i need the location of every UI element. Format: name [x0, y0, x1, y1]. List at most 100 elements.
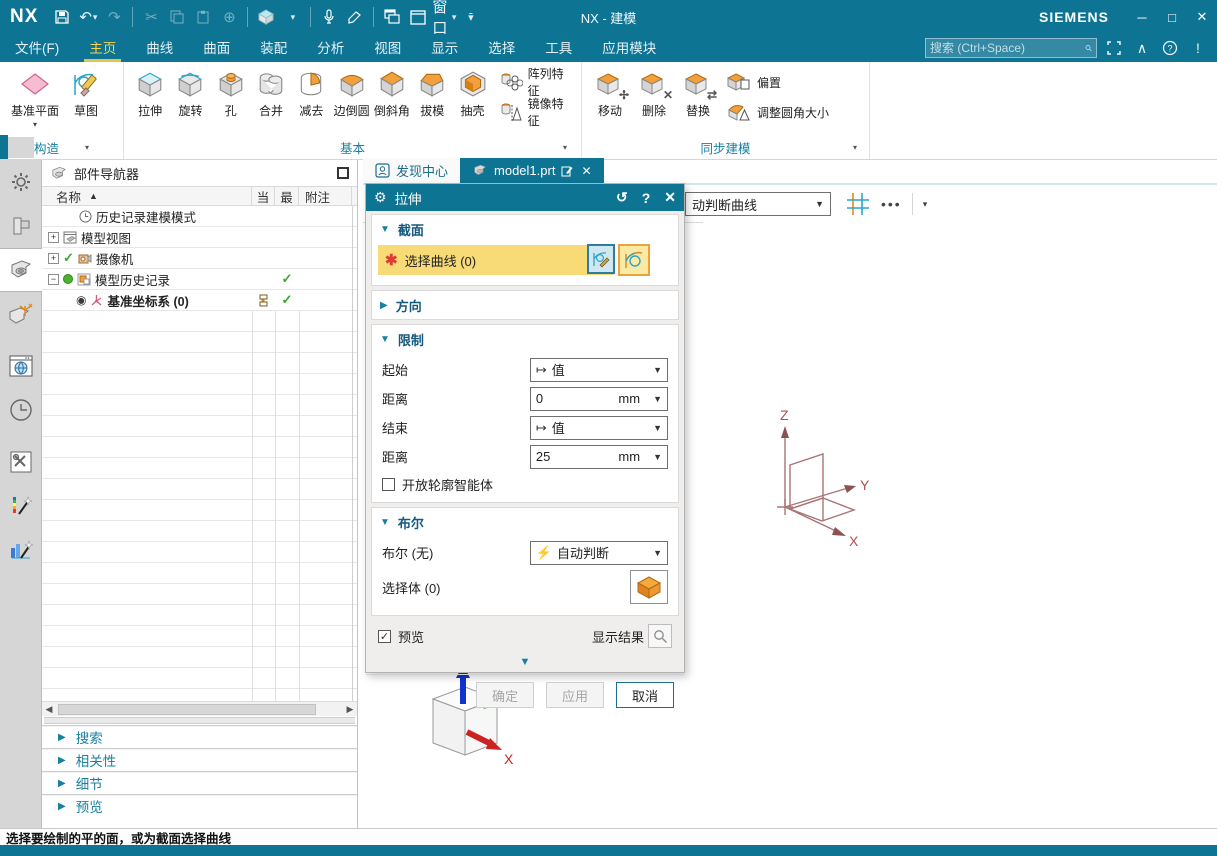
tree-row-model-history[interactable]: − 模型历史记录 ✓ [42, 269, 352, 290]
dialog-reset-icon[interactable]: ↺ [616, 189, 628, 206]
section-preview[interactable]: ▶预览 [42, 794, 357, 817]
navigator-hscrollbar[interactable]: ◀ ▶ [42, 701, 357, 716]
cut-icon[interactable]: ✂ [139, 5, 163, 29]
close-button[interactable]: ✕ [1187, 4, 1217, 30]
tab-application[interactable]: 应用模块 [587, 33, 671, 63]
visual-reports-icon[interactable] [0, 528, 42, 572]
constraint-navigator-icon[interactable] [0, 292, 42, 336]
assembly-navigator-icon[interactable] [0, 204, 42, 248]
tab-tools[interactable]: 工具 [530, 33, 587, 63]
group-section-header[interactable]: ▼ 截面 [372, 215, 678, 243]
sketch-section-button[interactable] [587, 244, 615, 274]
preview-checkbox[interactable]: ✓ [378, 630, 391, 643]
tree-row-model-views[interactable]: + 模型视图 [42, 227, 352, 248]
scroll-thumb[interactable] [58, 704, 316, 715]
cancel-button[interactable]: 取消 [616, 682, 674, 708]
group-direction-header[interactable]: ▶ 方向 [372, 291, 678, 319]
voice-command-icon[interactable] [317, 5, 341, 29]
ok-button[interactable]: 确定 [476, 682, 534, 708]
dialog-titlebar[interactable]: ⚙ 拉伸 ↺ ? ✕ [366, 184, 684, 211]
curve-section-button[interactable] [618, 244, 650, 276]
column-current[interactable]: 当 [252, 187, 275, 205]
paste-special-icon[interactable]: ⊕ [217, 5, 241, 29]
view-home-icon[interactable] [254, 5, 278, 29]
roles-gear-icon[interactable] [0, 160, 42, 204]
edge-blend-button[interactable]: 边倒圆 [331, 66, 371, 119]
start-type-dropdown[interactable]: ↦ 值 ▼ [530, 358, 668, 382]
tab-analysis[interactable]: 分析 [302, 33, 359, 63]
ribbon-options-icon[interactable]: ▾̄ [458, 5, 482, 29]
chamfer-button[interactable]: 倒斜角 [372, 66, 412, 119]
column-name[interactable]: 名称▲ [42, 187, 252, 205]
tree-row-datum-csys[interactable]: ◉ 基准坐标系 (0) ✓ [42, 290, 352, 311]
mirror-feature-button[interactable]: 镜像特征 [499, 100, 571, 124]
datum-csys-graphic[interactable]: Z Y X [750, 402, 910, 562]
group-sync-dropdown-icon[interactable]: ▾ [853, 143, 857, 152]
tab-close-icon[interactable]: ✕ [581, 164, 591, 178]
tab-assembly[interactable]: 装配 [245, 33, 302, 63]
section-search[interactable]: ▶搜索 [42, 725, 357, 748]
select-body-button[interactable] [630, 570, 668, 604]
paste-icon[interactable] [191, 5, 215, 29]
shell-button[interactable]: 抽壳 [452, 66, 492, 119]
collapse-icon[interactable]: − [48, 274, 59, 285]
group-boolean-header[interactable]: ▼ 布尔 [372, 508, 678, 536]
replace-face-button[interactable]: ⇄ 替换 [676, 66, 720, 119]
subtract-button[interactable]: 减去 [291, 66, 331, 119]
draft-button[interactable]: 拔模 [412, 66, 452, 119]
expand-icon[interactable]: + [48, 232, 59, 243]
scroll-left-icon[interactable]: ◀ [42, 704, 56, 715]
help-icon[interactable]: ? [1159, 37, 1181, 59]
extrude-button[interactable]: 拉伸 [130, 66, 170, 119]
save-icon[interactable] [50, 5, 74, 29]
tab-curve[interactable]: 曲线 [131, 33, 188, 63]
toolbar-overflow-icon[interactable]: ▾ [923, 199, 928, 210]
color-wand-icon[interactable] [0, 484, 42, 528]
revolve-button[interactable]: 旋转 [170, 66, 210, 119]
start-distance-input[interactable]: 0 mm ▼ [530, 387, 668, 411]
move-face-button[interactable]: ✢ 移动 [588, 66, 632, 119]
open-profile-checkbox[interactable] [382, 478, 395, 491]
column-note[interactable]: 附注 [299, 187, 352, 205]
boolean-dropdown[interactable]: ⚡ 自动判断 ▼ [530, 541, 668, 565]
tab-surface[interactable]: 曲面 [188, 33, 245, 63]
part-navigator-icon[interactable] [0, 248, 42, 292]
dialog-options-gear-icon[interactable]: ⚙ [374, 189, 387, 206]
search-input[interactable] [930, 41, 1085, 55]
panel-splitter[interactable] [44, 717, 355, 724]
expand-icon[interactable]: + [48, 253, 59, 264]
view-home-dropdown-icon[interactable]: ▾ [280, 5, 304, 29]
snap-point-icon[interactable] [845, 191, 871, 217]
command-search[interactable] [925, 38, 1097, 58]
tab-discover-center[interactable]: 发现中心 [363, 158, 460, 183]
tab-view[interactable]: 视图 [359, 33, 416, 63]
dialog-help-icon[interactable]: ? [642, 190, 651, 206]
tab-model1-prt[interactable]: model1.prt ✕ [460, 158, 603, 183]
show-result-button[interactable] [648, 624, 672, 648]
undo-icon[interactable]: ↶▾ [76, 5, 100, 29]
history-icon[interactable] [0, 388, 42, 432]
dialog-collapse-icon[interactable]: ▼ [366, 656, 684, 668]
end-type-dropdown[interactable]: ↦ 值 ▼ [530, 416, 668, 440]
section-dependencies[interactable]: ▶相关性 [42, 748, 357, 771]
group-basic-dropdown-icon[interactable]: ▾ [563, 143, 567, 152]
window-cascade-icon[interactable] [380, 5, 404, 29]
end-distance-input[interactable]: 25 mm ▼ [530, 445, 668, 469]
tab-display[interactable]: 显示 [416, 33, 473, 63]
resize-blend-button[interactable]: 调整圆角大小 [726, 100, 829, 124]
sketch-button[interactable]: 草图 [64, 66, 108, 119]
pattern-feature-button[interactable]: 阵列特征 [499, 70, 571, 94]
offset-region-button[interactable]: 偏置 [726, 70, 829, 94]
tree-row-history-mode[interactable]: 历史记录建模模式 [42, 206, 352, 227]
datum-plane-button[interactable]: 基准平面 ▾ [6, 66, 64, 129]
apply-button[interactable]: 应用 [546, 682, 604, 708]
curve-rule-dropdown[interactable]: 动判断曲线 ▼ [685, 192, 831, 216]
minimize-button[interactable]: ─ [1127, 4, 1157, 30]
group-construct-dropdown-icon[interactable]: ▾ [85, 143, 89, 152]
select-curve-row[interactable]: ✱ 选择曲线 (0) [378, 245, 614, 275]
process-tools-icon[interactable] [0, 440, 42, 484]
section-details[interactable]: ▶细节 [42, 771, 357, 794]
tab-file[interactable]: 文件(F) [0, 33, 74, 63]
selected-radio-icon[interactable]: ◉ [76, 293, 86, 307]
dialog-close-icon[interactable]: ✕ [664, 189, 676, 206]
